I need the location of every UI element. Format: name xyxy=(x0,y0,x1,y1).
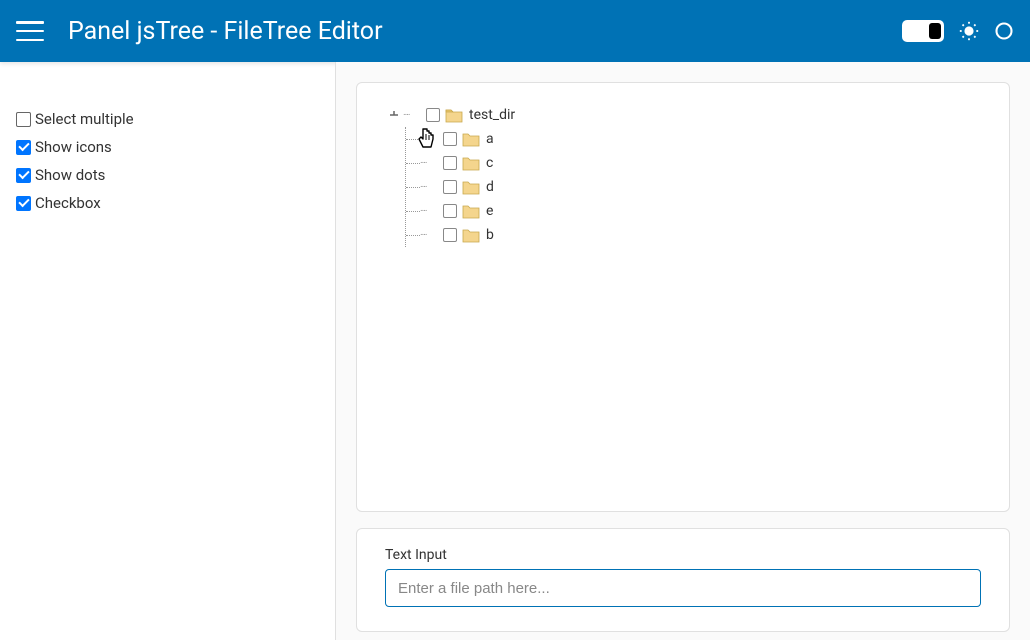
file-tree-panel: ···· test_dir ···· a ···· xyxy=(356,82,1010,512)
tree-node-checkbox[interactable] xyxy=(443,132,457,146)
tree-node-label[interactable]: b xyxy=(486,227,494,243)
tree-node[interactable]: ···· b xyxy=(406,223,981,247)
tree-node-checkbox[interactable] xyxy=(443,156,457,170)
checkbox-show-icons[interactable] xyxy=(16,140,31,155)
checkbox-checkbox[interactable] xyxy=(16,196,31,211)
folder-icon xyxy=(445,107,463,123)
option-checkbox[interactable]: Checkbox xyxy=(16,194,319,212)
option-label: Show dots xyxy=(35,166,105,184)
text-input-panel: Text Input xyxy=(356,528,1010,632)
file-path-input[interactable] xyxy=(385,569,981,607)
sun-icon[interactable] xyxy=(958,20,980,42)
option-label: Select multiple xyxy=(35,110,134,128)
tree-connector: ···· xyxy=(420,230,438,241)
expand-toggle-icon[interactable] xyxy=(385,106,403,124)
tree-connector: ···· xyxy=(420,158,438,169)
theme-toggle[interactable] xyxy=(902,20,944,42)
tree-connector: ···· xyxy=(420,182,438,193)
toggle-knob xyxy=(929,23,941,39)
tree-node-label[interactable]: test_dir xyxy=(469,107,515,123)
app-header: Panel jsTree - FileTree Editor xyxy=(0,0,1030,62)
tree-connector: ···· xyxy=(420,206,438,217)
folder-icon xyxy=(462,227,480,243)
option-show-dots[interactable]: Show dots xyxy=(16,166,319,184)
tree-node[interactable]: ···· e xyxy=(406,199,981,223)
tree-node-checkbox[interactable] xyxy=(426,108,440,122)
sidebar: Select multiple Show icons Show dots Che… xyxy=(0,62,336,640)
folder-icon xyxy=(462,203,480,219)
checkbox-select-multiple[interactable] xyxy=(16,112,31,127)
checkbox-show-dots[interactable] xyxy=(16,168,31,183)
folder-icon xyxy=(462,155,480,171)
tree-node-label[interactable]: d xyxy=(486,179,494,195)
tree-node-label[interactable]: a xyxy=(486,131,494,147)
text-input-label: Text Input xyxy=(385,547,981,563)
tree-connector: ···· xyxy=(403,110,421,121)
tree-node-root[interactable]: ···· test_dir xyxy=(385,103,981,127)
app-title: Panel jsTree - FileTree Editor xyxy=(68,17,902,46)
tree-node[interactable]: ···· c xyxy=(406,151,981,175)
option-show-icons[interactable]: Show icons xyxy=(16,138,319,156)
circle-icon[interactable] xyxy=(994,21,1014,41)
folder-icon xyxy=(462,131,480,147)
tree-children: ···· a ···· c ···· xyxy=(405,127,981,247)
main-panel: ···· test_dir ···· a ···· xyxy=(336,62,1030,640)
header-controls xyxy=(902,20,1014,42)
tree-node[interactable]: ···· d xyxy=(406,175,981,199)
option-label: Show icons xyxy=(35,138,112,156)
tree-connector: ···· xyxy=(420,134,438,145)
hamburger-menu-icon[interactable] xyxy=(16,21,44,41)
content-area: Select multiple Show icons Show dots Che… xyxy=(0,62,1030,640)
tree-node-checkbox[interactable] xyxy=(443,180,457,194)
option-select-multiple[interactable]: Select multiple xyxy=(16,110,319,128)
tree-node-label[interactable]: e xyxy=(486,203,493,219)
option-label: Checkbox xyxy=(35,194,101,212)
tree-node-label[interactable]: c xyxy=(486,155,493,171)
tree-node[interactable]: ···· a xyxy=(406,127,981,151)
tree-node-checkbox[interactable] xyxy=(443,228,457,242)
tree-node-checkbox[interactable] xyxy=(443,204,457,218)
folder-icon xyxy=(462,179,480,195)
